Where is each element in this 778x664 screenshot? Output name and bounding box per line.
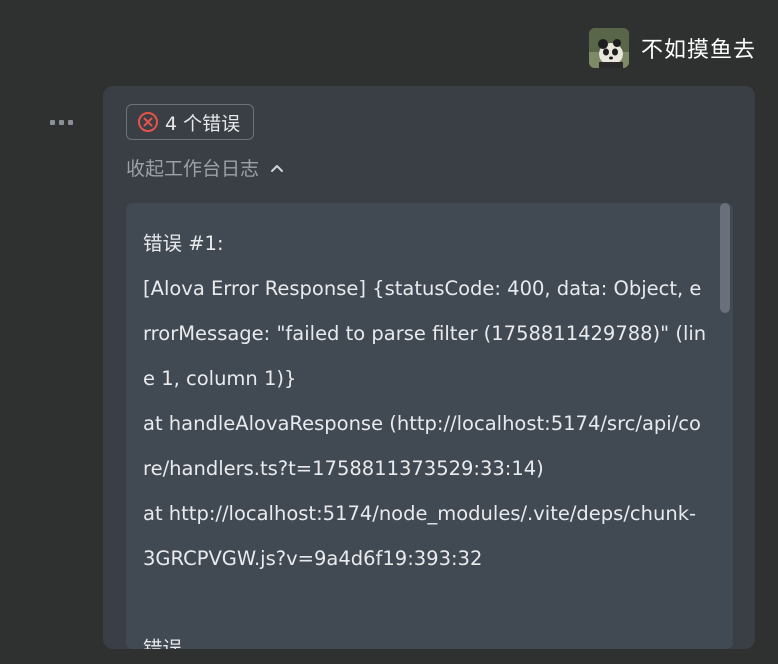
avatar[interactable] [588, 28, 629, 68]
user-name: 不如摸鱼去 [640, 38, 756, 63]
log-line: at handleAlovaResponse (http://localhost… [143, 412, 701, 480]
log-line: at http://localhost:5174/node_modules/.v… [143, 502, 697, 570]
dot [50, 119, 55, 125]
user-header: 不如摸鱼去 [588, 28, 756, 68]
chat-view: 不如摸鱼去 4 个错误 收起工作台日志 错误 #1: [Alova Error … [0, 0, 778, 664]
error-circle-x-icon [138, 112, 158, 132]
chevron-up-icon [271, 164, 284, 172]
console-log-panel[interactable]: 错误 #1: [Alova Error Response] {statusCod… [126, 203, 733, 649]
log-scrollbar-thumb[interactable] [720, 203, 730, 313]
console-log-content: 错误 #1: [Alova Error Response] {statusCod… [143, 221, 708, 649]
dot [59, 119, 64, 125]
log-scrollbar[interactable] [719, 203, 733, 649]
message-card: 4 个错误 收起工作台日志 错误 #1: [Alova Error Respon… [103, 86, 755, 649]
log-line: 错误 [143, 637, 183, 649]
log-line: 错误 #1: [143, 232, 224, 255]
collapse-label: 收起工作台日志 [126, 158, 260, 180]
more-dots-icon[interactable] [50, 112, 76, 132]
panda-avatar-icon [588, 28, 629, 68]
log-line: [Alova Error Response] {statusCode: 400,… [143, 277, 707, 390]
dot [68, 119, 73, 125]
error-count-label: 4 个错误 [165, 112, 241, 135]
error-count-badge[interactable]: 4 个错误 [126, 104, 255, 140]
collapse-console-log-toggle[interactable]: 收起工作台日志 [126, 154, 285, 181]
